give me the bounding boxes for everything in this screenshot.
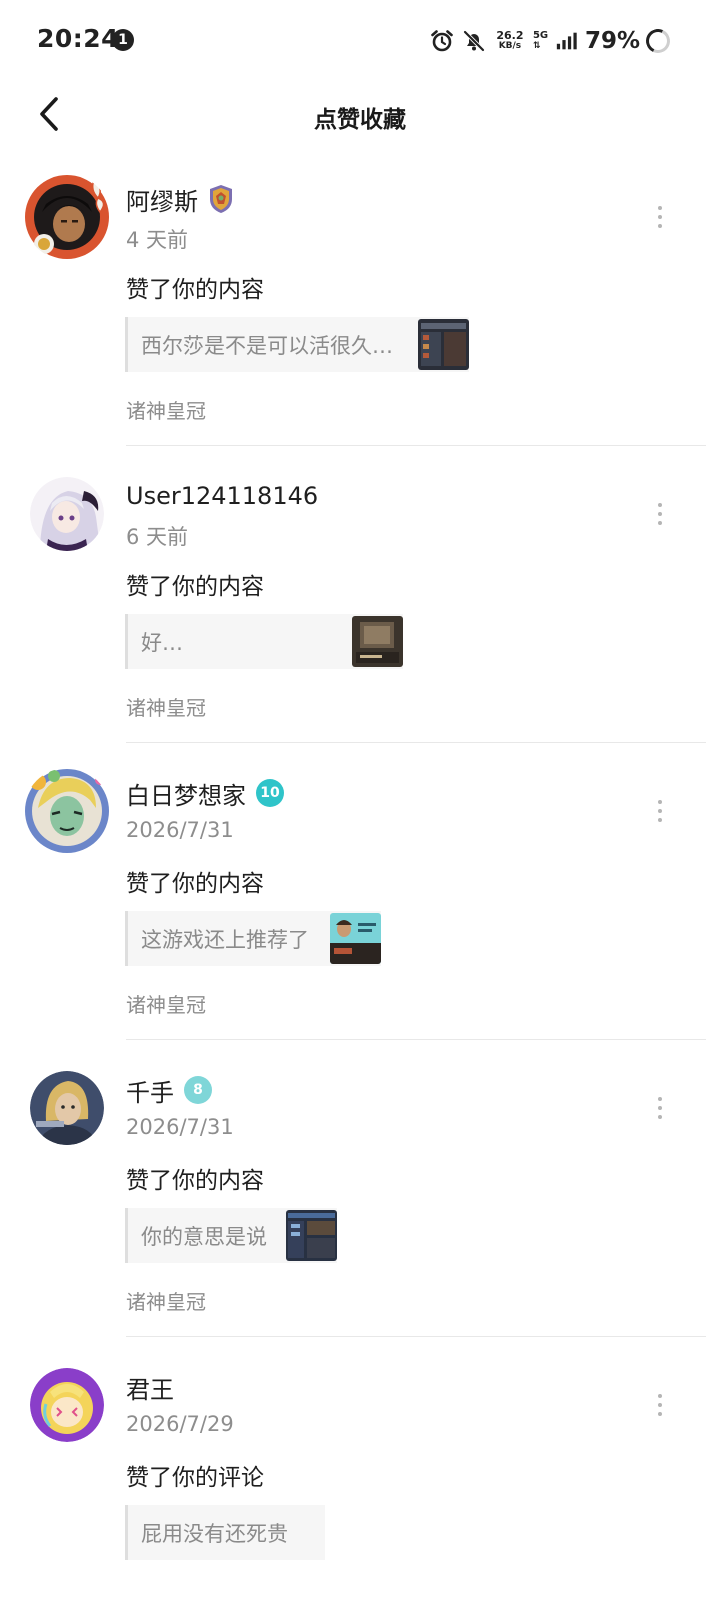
status-indicators: 26.2 KB/s 5G ⇅ 79% bbox=[429, 25, 674, 57]
dot bbox=[658, 503, 662, 507]
timestamp: 4 天前 bbox=[126, 228, 189, 252]
source-game-link[interactable]: 诸神皇冠 bbox=[126, 1286, 206, 1315]
dot bbox=[658, 1097, 662, 1101]
quoted-content[interactable]: 你的意思是说 bbox=[125, 1208, 337, 1263]
dot bbox=[658, 809, 662, 813]
mute-bell-icon bbox=[463, 30, 485, 52]
timestamp: 6 天前 bbox=[126, 525, 189, 549]
username[interactable]: 千手 bbox=[126, 1073, 174, 1108]
dot bbox=[658, 818, 662, 822]
status-time: 20:24 bbox=[37, 24, 120, 53]
list-item[interactable]: 千手 8 2026/7/31 赞了你的内容 你的意思是说 诸神皇冠 bbox=[0, 1043, 720, 1340]
battery-ring-icon bbox=[642, 25, 674, 57]
user-row: 阿缪斯 bbox=[126, 182, 234, 216]
content-thumbnail bbox=[418, 319, 469, 370]
divider bbox=[126, 445, 706, 446]
quote-text: 西尔莎是不是可以活很久… bbox=[141, 333, 393, 358]
username[interactable]: 君王 bbox=[126, 1370, 174, 1405]
more-options-button[interactable] bbox=[645, 499, 675, 529]
dot bbox=[658, 1412, 662, 1416]
dot bbox=[658, 1394, 662, 1398]
user-row: 千手 8 bbox=[126, 1073, 212, 1107]
dot bbox=[658, 512, 662, 516]
source-game-link[interactable]: 诸神皇冠 bbox=[126, 989, 206, 1018]
timestamp: 2026/7/31 bbox=[126, 1115, 234, 1139]
battery-percent: 79% bbox=[584, 28, 640, 54]
page-title: 点赞收藏 bbox=[314, 107, 406, 133]
dot bbox=[658, 800, 662, 804]
status-bar: 20:24 1 26.2 KB/s 5G ⇅ 79% bbox=[0, 0, 720, 80]
dot bbox=[658, 1106, 662, 1110]
network-type: 5G ⇅ bbox=[532, 30, 555, 52]
action-text: 赞了你的评论 bbox=[126, 1465, 264, 1491]
list-item[interactable]: 阿缪斯 4 天前 赞了你的内容 西尔莎是不是可以活很久… 诸神皇冠 bbox=[0, 152, 720, 449]
user-row: 君王 bbox=[126, 1370, 174, 1404]
action-text: 赞了你的内容 bbox=[126, 574, 264, 600]
network-type-label: 5G bbox=[532, 30, 549, 41]
shield-badge-icon bbox=[210, 185, 232, 213]
avatar[interactable] bbox=[24, 768, 110, 854]
avatar[interactable] bbox=[30, 1071, 104, 1145]
quoted-content[interactable]: 西尔莎是不是可以活很久… bbox=[125, 317, 469, 372]
content-thumbnail bbox=[286, 1210, 337, 1261]
avatar[interactable] bbox=[30, 477, 104, 551]
net-speed-unit: KB/s bbox=[498, 41, 522, 51]
dot bbox=[658, 1403, 662, 1407]
avatar[interactable] bbox=[30, 1368, 104, 1442]
list-item[interactable]: 君王 2026/7/29 赞了你的评论 屁用没有还死贵 bbox=[0, 1340, 720, 1600]
source-game-link[interactable]: 诸神皇冠 bbox=[126, 395, 206, 424]
dot bbox=[658, 215, 662, 219]
action-text: 赞了你的内容 bbox=[126, 1168, 264, 1194]
divider bbox=[126, 1039, 706, 1040]
quote-text: 你的意思是说 bbox=[141, 1224, 267, 1249]
divider bbox=[126, 742, 706, 743]
dot bbox=[658, 1115, 662, 1119]
avatar[interactable] bbox=[24, 174, 110, 260]
data-arrows-icon: ⇅ bbox=[532, 41, 541, 51]
dot bbox=[658, 224, 662, 228]
more-options-button[interactable] bbox=[645, 1390, 675, 1420]
timestamp: 2026/7/29 bbox=[126, 1412, 234, 1436]
quoted-content[interactable]: 这游戏还上推荐了 bbox=[125, 911, 381, 966]
net-speed-value: 26.2 bbox=[496, 29, 524, 42]
net-speed: 26.2 KB/s bbox=[493, 30, 527, 52]
quoted-content[interactable]: 好… bbox=[125, 614, 403, 669]
username[interactable]: 白日梦想家 bbox=[126, 776, 246, 811]
list-item[interactable]: 白日梦想家 10 2026/7/31 赞了你的内容 这游戏还上推荐了 诸神皇冠 bbox=[0, 746, 720, 1043]
alarm-icon bbox=[431, 30, 453, 52]
action-text: 赞了你的内容 bbox=[126, 871, 264, 897]
username[interactable]: User124118146 bbox=[126, 482, 318, 510]
dot bbox=[658, 206, 662, 210]
quote-text: 好… bbox=[141, 630, 183, 655]
list-item[interactable]: User124118146 6 天前 赞了你的内容 好… 诸神皇冠 bbox=[0, 449, 720, 746]
more-options-button[interactable] bbox=[645, 796, 675, 826]
more-options-button[interactable] bbox=[645, 202, 675, 232]
source-game-link[interactable]: 诸神皇冠 bbox=[126, 692, 206, 721]
top-bar: 点赞收藏 bbox=[0, 80, 720, 148]
level-badge: 10 bbox=[256, 779, 284, 807]
notification-count-badge: 1 bbox=[112, 29, 134, 51]
more-options-button[interactable] bbox=[645, 1093, 675, 1123]
quoted-content[interactable]: 屁用没有还死贵 bbox=[125, 1505, 325, 1560]
timestamp: 2026/7/31 bbox=[126, 818, 234, 842]
likes-list: 阿缪斯 4 天前 赞了你的内容 西尔莎是不是可以活很久… 诸神皇冠 User12… bbox=[0, 152, 720, 1600]
content-thumbnail bbox=[330, 913, 381, 964]
quote-text: 屁用没有还死贵 bbox=[141, 1521, 288, 1546]
username[interactable]: 阿缪斯 bbox=[126, 182, 198, 217]
dot bbox=[658, 521, 662, 525]
level-badge: 8 bbox=[184, 1076, 212, 1104]
signal-icon bbox=[556, 32, 577, 50]
quote-text: 这游戏还上推荐了 bbox=[141, 927, 309, 952]
content-thumbnail bbox=[352, 616, 403, 667]
action-text: 赞了你的内容 bbox=[126, 277, 264, 303]
divider bbox=[126, 1336, 706, 1337]
user-row: User124118146 bbox=[126, 479, 318, 513]
user-row: 白日梦想家 10 bbox=[126, 776, 284, 810]
